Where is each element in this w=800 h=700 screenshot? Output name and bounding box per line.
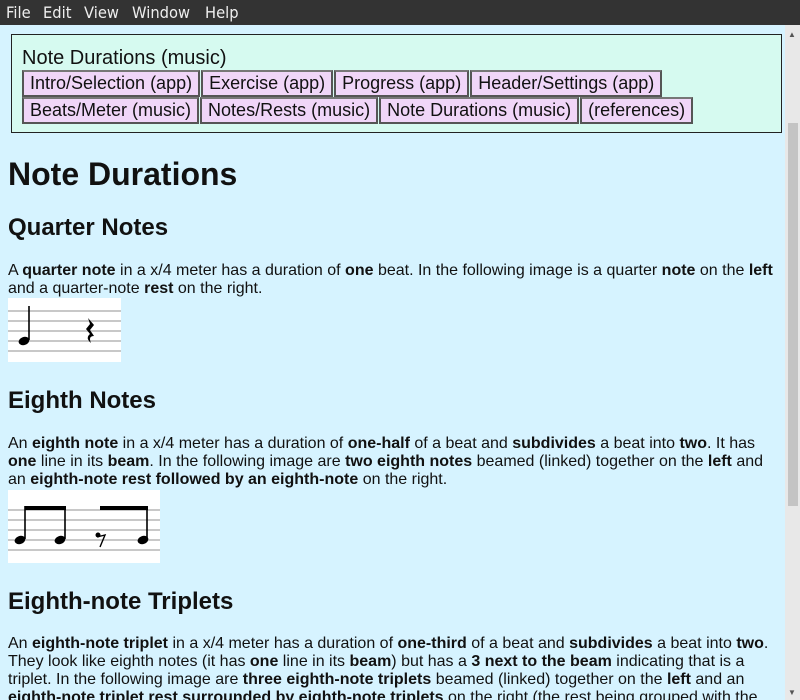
bold-text: one bbox=[249, 653, 279, 670]
text: a beat into bbox=[652, 635, 737, 652]
text: in a x/4 meter has a duration of bbox=[115, 262, 346, 279]
text: An bbox=[8, 435, 33, 452]
nav-row: Intro/Selection (app) Exercise (app) Pro… bbox=[22, 70, 781, 97]
menu-edit[interactable]: Edit bbox=[43, 3, 72, 22]
bold-text: three eighth-note triplets bbox=[242, 671, 432, 688]
bold-text: one-third bbox=[397, 635, 467, 652]
page-content: Note Durations (music) Intro/Selection (… bbox=[0, 25, 785, 700]
section-paragraph: An eighth note in a x/4 meter has a dura… bbox=[8, 435, 778, 489]
text: . It has bbox=[706, 435, 756, 452]
text: of a beat and bbox=[409, 435, 513, 452]
text: An bbox=[8, 635, 33, 652]
nav-references-button[interactable]: (references) bbox=[580, 97, 694, 124]
bold-text: eighth-note triplet bbox=[32, 635, 168, 652]
bold-text: beam bbox=[107, 453, 150, 470]
section-heading: Quarter Notes bbox=[8, 214, 169, 241]
nav-intro-selection-button[interactable]: Intro/Selection (app) bbox=[22, 70, 201, 97]
bold-text: one bbox=[345, 262, 374, 279]
menu-help[interactable]: Help bbox=[205, 3, 239, 22]
bold-text: two bbox=[736, 635, 764, 652]
bold-text: note bbox=[661, 262, 696, 279]
text: a beat into bbox=[595, 435, 680, 452]
nav-row: Beats/Meter (music) Notes/Rests (music) … bbox=[22, 97, 781, 124]
text: line in its bbox=[36, 453, 108, 470]
eighth-notes-image bbox=[8, 490, 160, 563]
text: in a x/4 meter has a duration of bbox=[118, 435, 348, 452]
bold-text: two eighth notes bbox=[345, 453, 473, 470]
text: on the right. bbox=[358, 471, 448, 488]
text: A bbox=[8, 262, 23, 279]
bold-text: one bbox=[8, 453, 37, 470]
text: beamed (linked) together on the bbox=[472, 453, 708, 470]
text: of a beat and bbox=[466, 635, 570, 652]
nav-exercise-button[interactable]: Exercise (app) bbox=[201, 70, 334, 97]
bold-text: eighth-note rest followed by an eighth-n… bbox=[30, 471, 359, 488]
section-heading: Eighth Notes bbox=[8, 387, 156, 414]
bold-text: two bbox=[679, 435, 707, 452]
vertical-scrollbar[interactable]: ▲ ▼ bbox=[785, 25, 800, 700]
text: beat. In the following image is a quarte… bbox=[373, 262, 662, 279]
nav-beats-meter-button[interactable]: Beats/Meter (music) bbox=[22, 97, 200, 124]
bold-text: subdivides bbox=[569, 635, 653, 652]
scrollbar-thumb[interactable] bbox=[788, 123, 798, 506]
menu-bar: File Edit View Window Help bbox=[0, 0, 800, 25]
nav-progress-button[interactable]: Progress (app) bbox=[334, 70, 470, 97]
section-paragraph: A quarter note in a x/4 meter has a dura… bbox=[8, 262, 778, 298]
text: beamed (linked) together on the bbox=[431, 671, 667, 688]
section-paragraph: An eighth-note triplet in a x/4 meter ha… bbox=[8, 635, 778, 700]
text: on the right. bbox=[173, 280, 263, 297]
nav-note-durations-button[interactable]: Note Durations (music) bbox=[379, 97, 580, 124]
bold-text: rest bbox=[144, 280, 174, 297]
text: on the right (the rest being grouped wit… bbox=[443, 689, 758, 700]
bold-text: left bbox=[666, 671, 691, 688]
bold-text: quarter note bbox=[22, 262, 116, 279]
navigation-box: Note Durations (music) Intro/Selection (… bbox=[11, 34, 782, 133]
bold-text: eighth-note triplet rest surrounded by e… bbox=[8, 689, 444, 700]
text: line in its bbox=[278, 653, 350, 670]
nav-notes-rests-button[interactable]: Notes/Rests (music) bbox=[200, 97, 379, 124]
text: . In the following image are bbox=[149, 453, 346, 470]
bold-text: eighth note bbox=[32, 435, 119, 452]
scroll-down-arrow-icon[interactable]: ▼ bbox=[788, 688, 796, 697]
menu-view[interactable]: View bbox=[84, 3, 119, 22]
text: in a x/4 meter has a duration of bbox=[168, 635, 398, 652]
bold-text: left bbox=[707, 453, 732, 470]
menu-file[interactable]: File bbox=[6, 3, 31, 22]
bold-text: beam bbox=[349, 653, 392, 670]
bold-text: left bbox=[748, 262, 773, 279]
nav-title: Note Durations (music) bbox=[22, 47, 227, 69]
nav-header-settings-button[interactable]: Header/Settings (app) bbox=[470, 70, 663, 97]
section-heading: Eighth-note Triplets bbox=[8, 588, 234, 615]
text: and an bbox=[690, 671, 745, 688]
text: ) but has a bbox=[391, 653, 472, 670]
bold-text: one-half bbox=[347, 435, 410, 452]
menu-window[interactable]: Window bbox=[132, 3, 190, 22]
bold-text: 3 next to the beam bbox=[471, 653, 612, 670]
text: and a quarter-note bbox=[8, 280, 145, 297]
page-title: Note Durations bbox=[8, 156, 238, 192]
quarter-note-rest-image bbox=[8, 298, 121, 362]
scroll-up-arrow-icon[interactable]: ▲ bbox=[788, 30, 796, 39]
text: on the bbox=[695, 262, 749, 279]
bold-text: subdivides bbox=[512, 435, 596, 452]
